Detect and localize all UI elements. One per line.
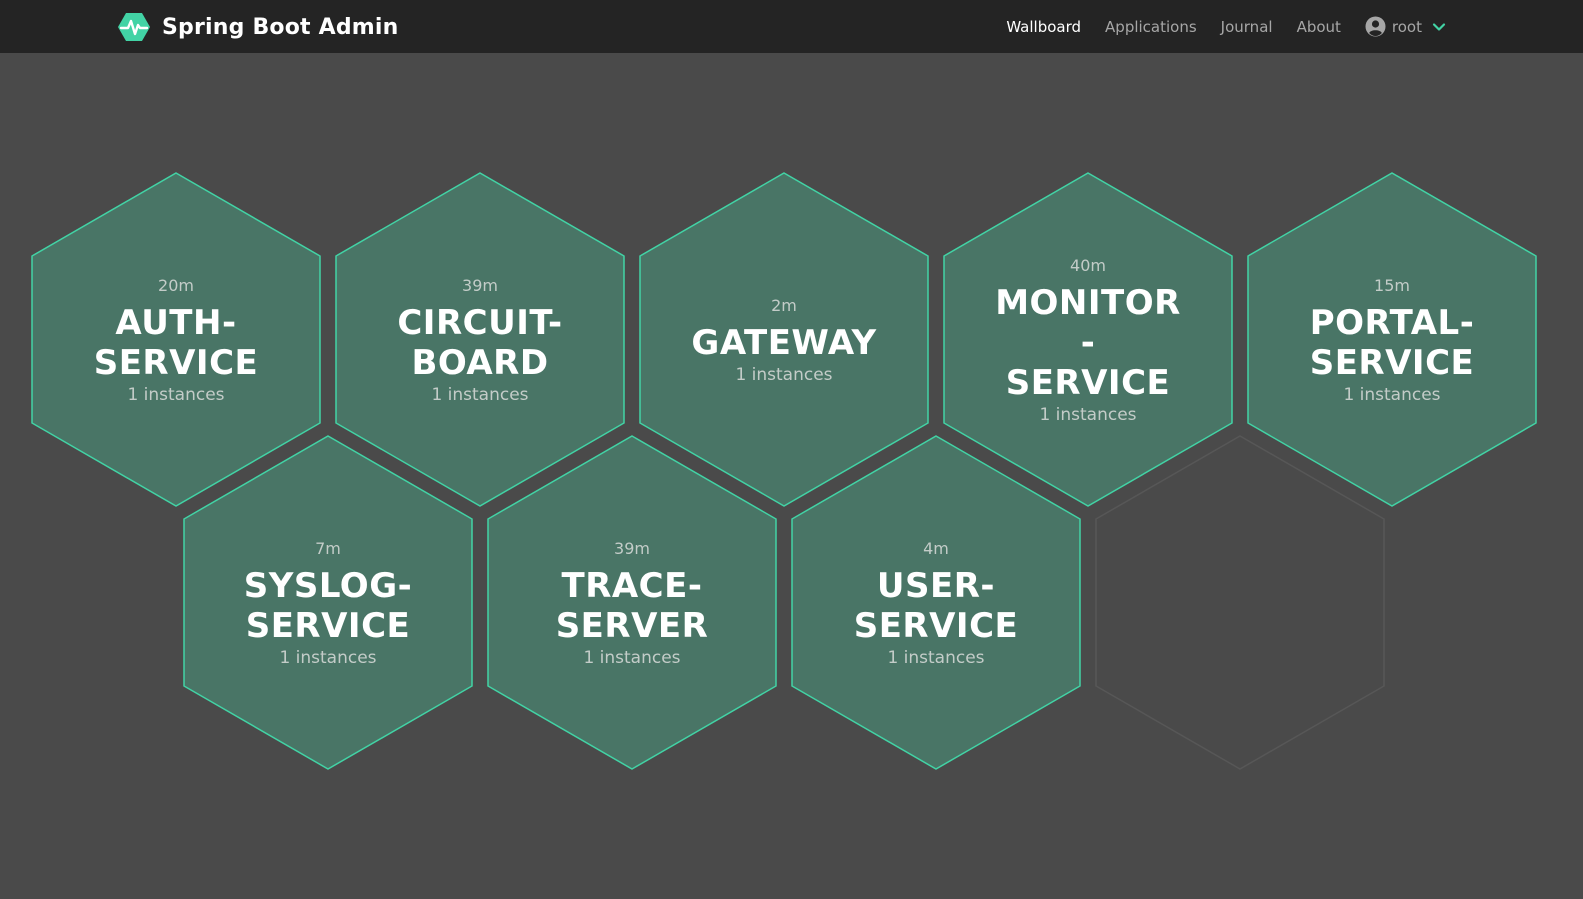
application-uptime: 20m bbox=[158, 275, 194, 295]
application-instances: 1 instances bbox=[279, 647, 377, 668]
main-nav: Wallboard Applications Journal About roo… bbox=[1006, 0, 1583, 53]
application-uptime: 4m bbox=[923, 538, 949, 558]
application-instances: 1 instances bbox=[1039, 404, 1137, 425]
application-name: AUTH- SERVICE bbox=[93, 302, 259, 383]
empty-hexagon-shape bbox=[1095, 435, 1385, 770]
application-hexagon[interactable]: 7m SYSLOG- SERVICE 1 instances bbox=[183, 435, 473, 770]
application-uptime: 39m bbox=[462, 275, 498, 295]
app-title: Spring Boot Admin bbox=[162, 14, 399, 40]
application-instances: 1 instances bbox=[127, 384, 225, 405]
application-uptime: 2m bbox=[771, 295, 797, 315]
nav-wallboard[interactable]: Wallboard bbox=[1006, 18, 1081, 36]
application-uptime: 15m bbox=[1374, 275, 1410, 295]
nav-about[interactable]: About bbox=[1297, 18, 1341, 36]
application-name: CIRCUIT- BOARD bbox=[397, 302, 563, 383]
application-uptime: 40m bbox=[1070, 255, 1106, 275]
application-uptime: 7m bbox=[315, 538, 341, 558]
application-uptime: 39m bbox=[614, 538, 650, 558]
application-instances: 1 instances bbox=[735, 364, 833, 385]
user-menu[interactable]: root bbox=[1365, 16, 1446, 37]
application-name: TRACE- SERVER bbox=[555, 565, 709, 646]
chevron-down-icon bbox=[1432, 20, 1446, 34]
application-name: MONITOR- SERVICE bbox=[995, 282, 1181, 403]
nav-applications[interactable]: Applications bbox=[1105, 18, 1197, 36]
user-name: root bbox=[1391, 17, 1422, 36]
empty-hexagon-slot bbox=[1095, 435, 1385, 770]
brand-home-link[interactable]: Spring Boot Admin bbox=[118, 12, 399, 42]
application-name: USER- SERVICE bbox=[853, 565, 1019, 646]
wallboard-grid: 20m AUTH- SERVICE 1 instances 39m CIRCUIT… bbox=[0, 53, 1583, 899]
heartbeat-icon bbox=[118, 13, 150, 41]
application-instances: 1 instances bbox=[887, 647, 985, 668]
application-instances: 1 instances bbox=[583, 647, 681, 668]
application-hexagon[interactable]: 39m TRACE- SERVER 1 instances bbox=[487, 435, 777, 770]
application-name: PORTAL- SERVICE bbox=[1309, 302, 1475, 383]
application-instances: 1 instances bbox=[1343, 384, 1441, 405]
nav-journal[interactable]: Journal bbox=[1221, 18, 1273, 36]
application-name: GATEWAY bbox=[691, 322, 877, 363]
application-instances: 1 instances bbox=[431, 384, 529, 405]
application-hexagon[interactable]: 4m USER- SERVICE 1 instances bbox=[791, 435, 1081, 770]
top-navbar: Spring Boot Admin Wallboard Applications… bbox=[0, 0, 1583, 53]
user-circle-icon bbox=[1365, 16, 1386, 37]
application-name: SYSLOG- SERVICE bbox=[243, 565, 413, 646]
